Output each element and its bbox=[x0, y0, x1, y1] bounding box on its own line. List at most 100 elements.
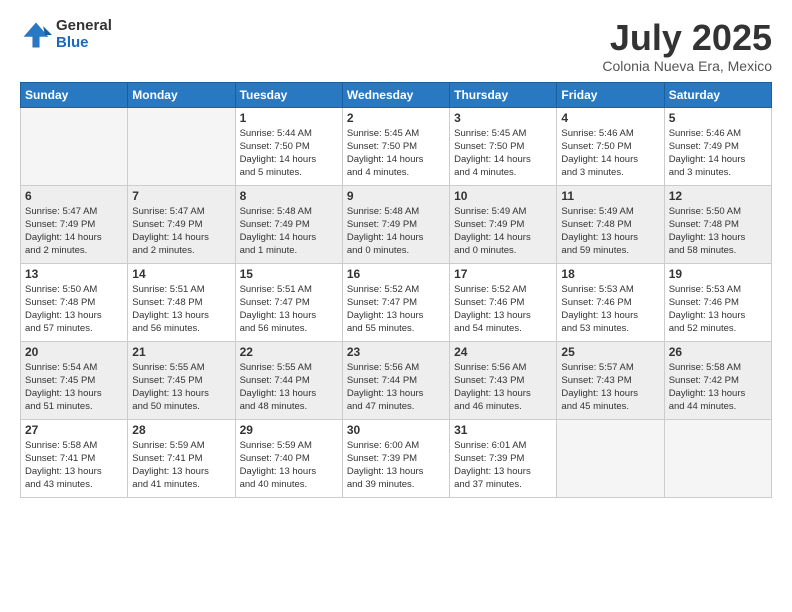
table-row: 27 Sunrise: 5:58 AM Sunset: 7:41 PM Dayli… bbox=[21, 419, 128, 497]
day-info: Sunrise: 5:49 AM Sunset: 7:48 PM Dayligh… bbox=[561, 205, 659, 258]
day-info: Sunrise: 5:50 AM Sunset: 7:48 PM Dayligh… bbox=[25, 283, 123, 336]
calendar-header-row: Sunday Monday Tuesday Wednesday Thursday… bbox=[21, 82, 772, 107]
week-row-4: 20 Sunrise: 5:54 AM Sunset: 7:45 PM Dayli… bbox=[21, 341, 772, 419]
day-number: 15 bbox=[240, 267, 338, 281]
title-area: July 2025 Colonia Nueva Era, Mexico bbox=[602, 18, 772, 74]
table-row: 9 Sunrise: 5:48 AM Sunset: 7:49 PM Daylig… bbox=[342, 185, 449, 263]
logo: General Blue bbox=[20, 18, 112, 51]
day-number: 10 bbox=[454, 189, 552, 203]
page: General Blue July 2025 Colonia Nueva Era… bbox=[0, 0, 792, 612]
day-info: Sunrise: 5:49 AM Sunset: 7:49 PM Dayligh… bbox=[454, 205, 552, 258]
day-number: 12 bbox=[669, 189, 767, 203]
table-row: 24 Sunrise: 5:56 AM Sunset: 7:43 PM Dayli… bbox=[450, 341, 557, 419]
table-row: 23 Sunrise: 5:56 AM Sunset: 7:44 PM Dayli… bbox=[342, 341, 449, 419]
day-number: 22 bbox=[240, 345, 338, 359]
table-row: 7 Sunrise: 5:47 AM Sunset: 7:49 PM Daylig… bbox=[128, 185, 235, 263]
day-number: 7 bbox=[132, 189, 230, 203]
col-monday: Monday bbox=[128, 82, 235, 107]
day-number: 28 bbox=[132, 423, 230, 437]
day-info: Sunrise: 5:51 AM Sunset: 7:47 PM Dayligh… bbox=[240, 283, 338, 336]
day-number: 3 bbox=[454, 111, 552, 125]
logo-blue-text: Blue bbox=[56, 35, 112, 52]
table-row: 12 Sunrise: 5:50 AM Sunset: 7:48 PM Dayli… bbox=[664, 185, 771, 263]
day-info: Sunrise: 5:54 AM Sunset: 7:45 PM Dayligh… bbox=[25, 361, 123, 414]
table-row: 11Sunrise: 5:49 AM Sunset: 7:48 PM Dayli… bbox=[557, 185, 664, 263]
day-info: Sunrise: 5:58 AM Sunset: 7:42 PM Dayligh… bbox=[669, 361, 767, 414]
day-info: Sunrise: 5:47 AM Sunset: 7:49 PM Dayligh… bbox=[132, 205, 230, 258]
subtitle: Colonia Nueva Era, Mexico bbox=[602, 58, 772, 74]
table-row: 2 Sunrise: 5:45 AM Sunset: 7:50 PM Daylig… bbox=[342, 107, 449, 185]
day-info: Sunrise: 5:56 AM Sunset: 7:44 PM Dayligh… bbox=[347, 361, 445, 414]
day-number: 13 bbox=[25, 267, 123, 281]
week-row-3: 13 Sunrise: 5:50 AM Sunset: 7:48 PM Dayli… bbox=[21, 263, 772, 341]
day-number: 2 bbox=[347, 111, 445, 125]
day-number: 31 bbox=[454, 423, 552, 437]
table-row: 18Sunrise: 5:53 AM Sunset: 7:46 PM Dayli… bbox=[557, 263, 664, 341]
day-info: Sunrise: 5:55 AM Sunset: 7:45 PM Dayligh… bbox=[132, 361, 230, 414]
table-row bbox=[128, 107, 235, 185]
table-row: 28 Sunrise: 5:59 AM Sunset: 7:41 PM Dayli… bbox=[128, 419, 235, 497]
day-info: Sunrise: 5:45 AM Sunset: 7:50 PM Dayligh… bbox=[454, 127, 552, 180]
day-info: Sunrise: 5:46 AM Sunset: 7:49 PM Dayligh… bbox=[669, 127, 767, 180]
day-number: 24 bbox=[454, 345, 552, 359]
day-number: 14 bbox=[132, 267, 230, 281]
table-row: 6Sunrise: 5:47 AM Sunset: 7:49 PM Daylig… bbox=[21, 185, 128, 263]
table-row: 5 Sunrise: 5:46 AM Sunset: 7:49 PM Daylig… bbox=[664, 107, 771, 185]
main-title: July 2025 bbox=[602, 18, 772, 58]
day-info: Sunrise: 5:58 AM Sunset: 7:41 PM Dayligh… bbox=[25, 439, 123, 492]
table-row: 8Sunrise: 5:48 AM Sunset: 7:49 PM Daylig… bbox=[235, 185, 342, 263]
col-friday: Friday bbox=[557, 82, 664, 107]
day-number: 8 bbox=[240, 189, 338, 203]
table-row: 19 Sunrise: 5:53 AM Sunset: 7:46 PM Dayli… bbox=[664, 263, 771, 341]
day-number: 19 bbox=[669, 267, 767, 281]
table-row bbox=[21, 107, 128, 185]
day-info: Sunrise: 5:52 AM Sunset: 7:46 PM Dayligh… bbox=[454, 283, 552, 336]
week-row-5: 27 Sunrise: 5:58 AM Sunset: 7:41 PM Dayli… bbox=[21, 419, 772, 497]
day-number: 9 bbox=[347, 189, 445, 203]
day-number: 23 bbox=[347, 345, 445, 359]
day-number: 21 bbox=[132, 345, 230, 359]
table-row: 17 Sunrise: 5:52 AM Sunset: 7:46 PM Dayli… bbox=[450, 263, 557, 341]
table-row: 1 Sunrise: 5:44 AM Sunset: 7:50 PM Daylig… bbox=[235, 107, 342, 185]
day-info: Sunrise: 5:47 AM Sunset: 7:49 PM Dayligh… bbox=[25, 205, 123, 258]
col-thursday: Thursday bbox=[450, 82, 557, 107]
table-row: 16Sunrise: 5:52 AM Sunset: 7:47 PM Dayli… bbox=[342, 263, 449, 341]
table-row: 13 Sunrise: 5:50 AM Sunset: 7:48 PM Dayli… bbox=[21, 263, 128, 341]
day-info: Sunrise: 5:46 AM Sunset: 7:50 PM Dayligh… bbox=[561, 127, 659, 180]
day-number: 5 bbox=[669, 111, 767, 125]
day-info: Sunrise: 5:57 AM Sunset: 7:43 PM Dayligh… bbox=[561, 361, 659, 414]
day-info: Sunrise: 6:01 AM Sunset: 7:39 PM Dayligh… bbox=[454, 439, 552, 492]
day-number: 17 bbox=[454, 267, 552, 281]
day-number: 1 bbox=[240, 111, 338, 125]
table-row: 29 Sunrise: 5:59 AM Sunset: 7:40 PM Dayli… bbox=[235, 419, 342, 497]
day-info: Sunrise: 5:56 AM Sunset: 7:43 PM Dayligh… bbox=[454, 361, 552, 414]
day-info: Sunrise: 5:53 AM Sunset: 7:46 PM Dayligh… bbox=[669, 283, 767, 336]
day-number: 20 bbox=[25, 345, 123, 359]
day-info: Sunrise: 5:48 AM Sunset: 7:49 PM Dayligh… bbox=[347, 205, 445, 258]
table-row: 4Sunrise: 5:46 AM Sunset: 7:50 PM Daylig… bbox=[557, 107, 664, 185]
week-row-1: 1 Sunrise: 5:44 AM Sunset: 7:50 PM Daylig… bbox=[21, 107, 772, 185]
day-info: Sunrise: 5:55 AM Sunset: 7:44 PM Dayligh… bbox=[240, 361, 338, 414]
day-info: Sunrise: 5:45 AM Sunset: 7:50 PM Dayligh… bbox=[347, 127, 445, 180]
day-number: 25 bbox=[561, 345, 659, 359]
table-row: 31 Sunrise: 6:01 AM Sunset: 7:39 PM Dayli… bbox=[450, 419, 557, 497]
day-info: Sunrise: 5:59 AM Sunset: 7:41 PM Dayligh… bbox=[132, 439, 230, 492]
day-info: Sunrise: 5:59 AM Sunset: 7:40 PM Dayligh… bbox=[240, 439, 338, 492]
day-number: 27 bbox=[25, 423, 123, 437]
day-number: 30 bbox=[347, 423, 445, 437]
logo-icon bbox=[20, 19, 52, 51]
day-info: Sunrise: 5:52 AM Sunset: 7:47 PM Dayligh… bbox=[347, 283, 445, 336]
day-info: Sunrise: 5:44 AM Sunset: 7:50 PM Dayligh… bbox=[240, 127, 338, 180]
table-row: 25 Sunrise: 5:57 AM Sunset: 7:43 PM Dayli… bbox=[557, 341, 664, 419]
day-info: Sunrise: 5:53 AM Sunset: 7:46 PM Dayligh… bbox=[561, 283, 659, 336]
col-saturday: Saturday bbox=[664, 82, 771, 107]
day-info: Sunrise: 6:00 AM Sunset: 7:39 PM Dayligh… bbox=[347, 439, 445, 492]
day-number: 29 bbox=[240, 423, 338, 437]
table-row: 14Sunrise: 5:51 AM Sunset: 7:48 PM Dayli… bbox=[128, 263, 235, 341]
week-row-2: 6Sunrise: 5:47 AM Sunset: 7:49 PM Daylig… bbox=[21, 185, 772, 263]
table-row bbox=[557, 419, 664, 497]
table-row: 15 Sunrise: 5:51 AM Sunset: 7:47 PM Dayli… bbox=[235, 263, 342, 341]
header: General Blue July 2025 Colonia Nueva Era… bbox=[20, 18, 772, 74]
day-info: Sunrise: 5:50 AM Sunset: 7:48 PM Dayligh… bbox=[669, 205, 767, 258]
table-row: 22 Sunrise: 5:55 AM Sunset: 7:44 PM Dayli… bbox=[235, 341, 342, 419]
